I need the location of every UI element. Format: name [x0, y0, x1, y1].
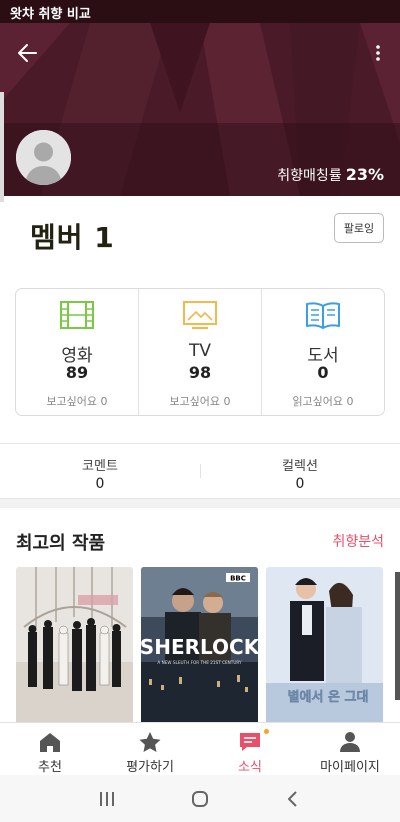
next-poster-edge [395, 572, 400, 700]
recent-apps-icon[interactable] [97, 789, 117, 809]
profile-compare-screen: 왓챠 취향 비교 취향매칭률 23% 멤버 1 팔로잉 영화 89 보고싶어요 … [0, 0, 400, 822]
edge-handle [0, 92, 4, 202]
film-icon [60, 301, 94, 329]
poster-art: 별에서 온 그대 [266, 567, 383, 725]
stat-books[interactable]: 도서 0 읽고싶어요 0 [261, 289, 384, 415]
bottom-navigation: 추천 평가하기 소식 마이페이지 [0, 722, 400, 775]
book-icon [306, 302, 340, 329]
back-arrow-icon[interactable] [14, 39, 42, 67]
best-works-carousel: BBC SHERLOCK A NEW SLEUTH FOR THE 21ST C… [16, 567, 383, 725]
nav-item-recommend[interactable]: 추천 [0, 723, 100, 775]
stat-tv[interactable]: TV 98 보고싶어요 0 [138, 289, 261, 415]
more-options-icon[interactable] [370, 39, 386, 67]
stat-wishlist: 보고싶어요 0 [46, 395, 108, 408]
taste-analysis-link[interactable]: 취향분석 [332, 531, 384, 551]
nav-label: 평가하기 [126, 760, 174, 775]
stat-count: 98 [188, 363, 212, 382]
person-icon [340, 732, 360, 752]
poster-art: BBC SHERLOCK A NEW SLEUTH FOR THE 21ST C… [141, 567, 258, 725]
best-works-title: 최고의 작품 [16, 533, 106, 554]
comments-count[interactable]: 코멘트 0 [0, 444, 200, 498]
collections-count[interactable]: 컬렉션 0 [200, 444, 400, 498]
back-button-icon[interactable] [283, 789, 303, 809]
poster-art [16, 567, 133, 725]
activity-counts: 코멘트 0 컬렉션 0 [0, 444, 400, 498]
stat-label: TV [188, 341, 211, 361]
app-title: 왓챠 취향 비교 [10, 7, 91, 22]
home-icon [40, 733, 60, 752]
section-divider [0, 498, 400, 508]
stat-count: 89 [65, 363, 89, 382]
stat-count: 0 [317, 363, 329, 382]
poster-tagline: A NEW SLEUTH FOR THE 21ST CENTURY [157, 660, 242, 665]
nav-item-news[interactable]: 소식 [200, 723, 300, 775]
notification-dot [264, 729, 269, 734]
home-button-icon[interactable] [190, 789, 210, 809]
stat-wishlist: 읽고싶어요 0 [292, 395, 354, 408]
taste-match-value: 23% [345, 165, 384, 184]
taste-match-label: 취향매칭률 [277, 168, 342, 184]
poster-badge: BBC [230, 575, 246, 583]
nav-label: 소식 [238, 760, 262, 775]
count-label: 컬렉션 [282, 459, 318, 474]
poster-boys-over-flowers[interactable] [16, 567, 133, 725]
following-button[interactable]: 팔로잉 [334, 213, 384, 243]
system-navigation-bar [0, 775, 400, 822]
avatar[interactable] [16, 130, 71, 185]
count-value: 0 [95, 476, 105, 492]
nav-item-mypage[interactable]: 마이페이지 [300, 723, 400, 775]
chat-icon [240, 733, 260, 751]
app-title-bar: 왓챠 취향 비교 [0, 0, 400, 23]
profile-banner: 취향매칭률 23% [0, 23, 400, 196]
poster-title: 별에서 온 그대 [288, 689, 369, 705]
taste-match: 취향매칭률 23% [277, 165, 384, 185]
count-value: 0 [295, 476, 305, 492]
poster-title: SHERLOCK [141, 635, 258, 659]
default-avatar-icon [16, 130, 71, 185]
count-label: 코멘트 [82, 459, 118, 474]
stat-wishlist: 보고싶어요 0 [169, 395, 231, 408]
nav-label: 추천 [38, 760, 62, 775]
nav-item-rate[interactable]: 평가하기 [100, 723, 200, 775]
poster-my-love-from-the-star[interactable]: 별에서 온 그대 [266, 567, 383, 725]
nav-label: 마이페이지 [320, 760, 380, 775]
content-stats: 영화 89 보고싶어요 0 TV 98 보고싶어요 0 도서 0 읽고싶어요 0 [15, 288, 385, 416]
tv-icon [183, 301, 217, 329]
poster-sherlock[interactable]: BBC SHERLOCK A NEW SLEUTH FOR THE 21ST C… [141, 567, 258, 725]
stat-movies[interactable]: 영화 89 보고싶어요 0 [16, 289, 138, 415]
profile-name: 멤버 1 [30, 221, 115, 254]
star-icon [139, 732, 161, 752]
